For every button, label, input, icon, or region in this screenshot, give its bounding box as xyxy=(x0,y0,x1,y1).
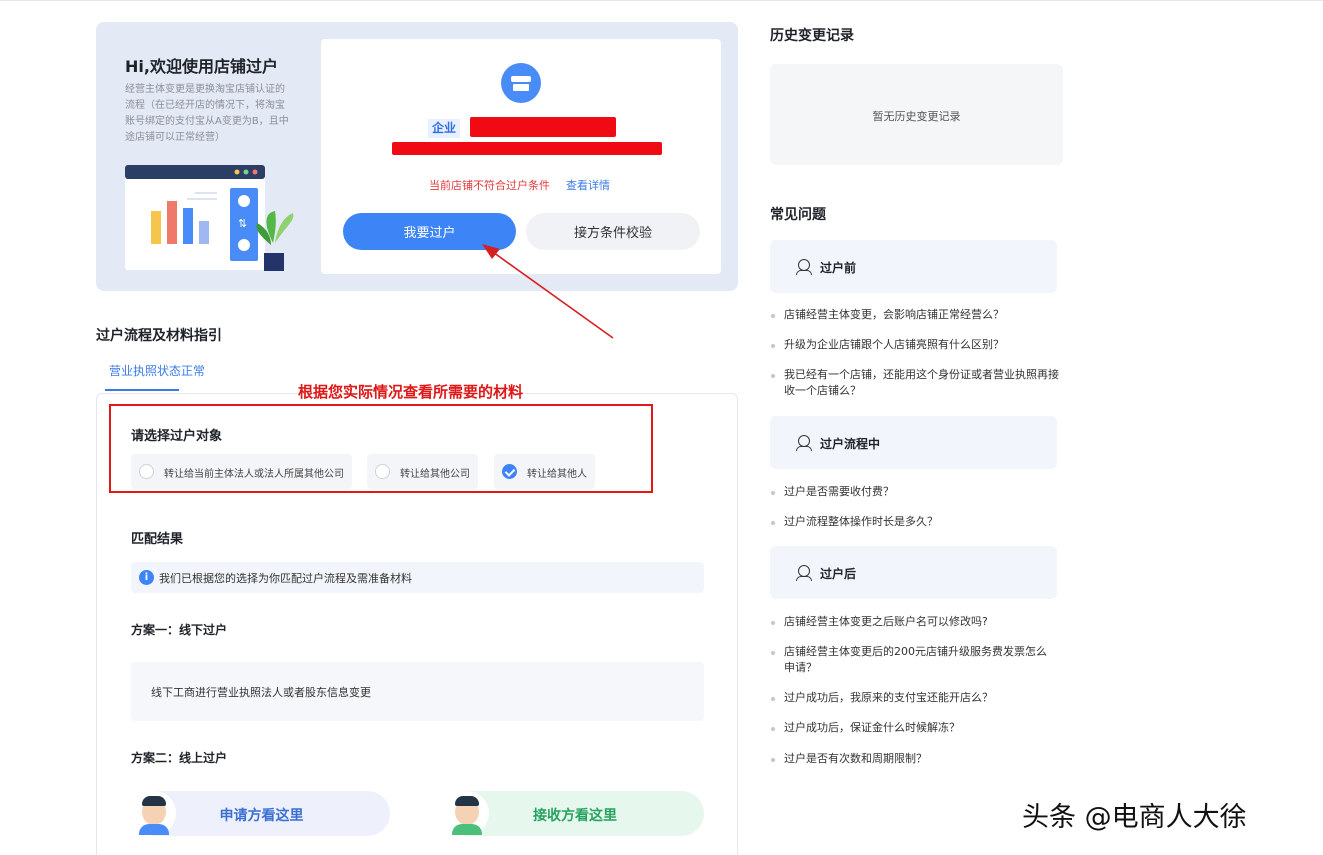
info-text: 我们已根据您的选择为你匹配过户流程及需准备材料 xyxy=(159,572,412,585)
watermark: 头条 @电商人大徐 xyxy=(1022,802,1247,833)
annotation-text: 根据您实际情况查看所需要的材料 xyxy=(298,383,524,401)
hero-title: Hi,欢迎使用店铺过户 xyxy=(125,57,278,76)
user-icon xyxy=(796,565,812,581)
view-details-link[interactable]: 查看详情 xyxy=(566,177,610,193)
option-label: 转让给当前主体法人或法人所属其他公司 xyxy=(164,469,344,480)
faq-item[interactable]: 过户是否需要收付费？ xyxy=(771,484,1069,500)
plan-offline-box: 线下工商进行营业执照法人或者股东信息变更 xyxy=(131,662,704,721)
faq-section-heading: 过户前 xyxy=(820,261,857,275)
enterprise-tag: 企业 xyxy=(428,119,461,138)
info-icon: i xyxy=(139,570,154,585)
faq-item[interactable]: 店铺经营主体变更，会影响店铺正常经营么？ xyxy=(771,307,1069,323)
history-title: 历史变更记录 xyxy=(770,28,854,44)
faq-item[interactable]: 过户成功后，我原来的支付宝还能开店么？ xyxy=(771,690,1069,706)
hero-description: 经营主体变更是更换淘宝店铺认证的流程（在已经开店的情况下，将淘宝账号绑定的支付宝… xyxy=(125,84,289,143)
faq-item[interactable]: 升级为企业店铺跟个人店铺亮照有什么区别？ xyxy=(771,337,1069,353)
match-info-bar: i 我们已根据您的选择为你匹配过户流程及需准备材料 xyxy=(131,562,704,593)
svg-text:⇅: ⇅ xyxy=(238,217,247,230)
condition-status-text: 当前店铺不符合过户条件 xyxy=(429,179,550,192)
match-result-title: 匹配结果 xyxy=(131,532,184,547)
redacted-shop-name xyxy=(470,117,616,137)
user-icon xyxy=(796,259,812,275)
option-label: 转让给其他人 xyxy=(527,469,587,480)
process-section-title: 过户流程及材料指引 xyxy=(96,328,222,344)
choose-target-title: 请选择过户对象 xyxy=(131,429,223,444)
plan-offline-text: 线下工商进行营业执照法人或者股东信息变更 xyxy=(151,686,371,699)
faq-item[interactable]: 我已经有一个店铺，还能用这个身份证或者营业执照再接收一个店铺么？ xyxy=(771,367,1064,399)
transfer-illustration: ⇅ xyxy=(125,165,294,271)
shop-logo-icon xyxy=(501,63,541,103)
tab-underline xyxy=(105,389,179,391)
annotation-arrow xyxy=(482,244,614,339)
option-legal-person-company[interactable]: 转让给当前主体法人或法人所属其他公司 xyxy=(131,454,352,489)
faq-item[interactable]: 过户成功后，保证金什么时候解冻？ xyxy=(771,720,1069,736)
option-other-person[interactable]: 转让给其他人 xyxy=(494,454,595,489)
redacted-shop-details xyxy=(392,142,662,155)
plan-offline-title: 方案一：线下过户 xyxy=(131,623,228,637)
faq-section-before[interactable]: 过户前 xyxy=(770,240,1057,293)
user-icon xyxy=(796,435,812,451)
plan-online-title: 方案二：线上过户 xyxy=(131,751,228,765)
receiver-label: 接收方看这里 xyxy=(533,808,617,824)
faq-item[interactable]: 店铺经营主体变更之后账户名可以修改吗? xyxy=(771,614,1069,630)
radio-icon[interactable] xyxy=(375,464,390,479)
option-label: 转让给其他公司 xyxy=(400,469,470,480)
tab-license-normal[interactable]: 营业执照状态正常 xyxy=(109,362,205,379)
faq-item[interactable]: 过户流程整体操作时长是多久？ xyxy=(771,514,1069,530)
faq-section-after[interactable]: 过户后 xyxy=(770,546,1057,599)
faq-section-heading: 过户流程中 xyxy=(820,437,881,451)
faq-item[interactable]: 过户是否有次数和周期限制？ xyxy=(771,751,1069,767)
checked-radio-icon[interactable] xyxy=(502,464,517,479)
applicant-card[interactable]: 申请方看这里 xyxy=(132,791,390,836)
applicant-label: 申请方看这里 xyxy=(219,808,304,824)
history-empty-text: 暂无历史变更记录 xyxy=(872,110,961,123)
radio-icon[interactable] xyxy=(139,464,154,479)
history-empty-box: 暂无历史变更记录 xyxy=(770,64,1063,165)
top-divider xyxy=(0,0,1323,1)
faq-section-heading: 过户后 xyxy=(820,567,857,581)
faq-title: 常见问题 xyxy=(770,207,826,223)
faq-section-during[interactable]: 过户流程中 xyxy=(770,416,1057,469)
option-other-company[interactable]: 转让给其他公司 xyxy=(367,454,478,489)
receiver-card[interactable]: 接收方看这里 xyxy=(445,791,704,836)
faq-item[interactable]: 店铺经营主体变更后的200元店铺升级服务费发票怎么申请？ xyxy=(771,644,1054,676)
